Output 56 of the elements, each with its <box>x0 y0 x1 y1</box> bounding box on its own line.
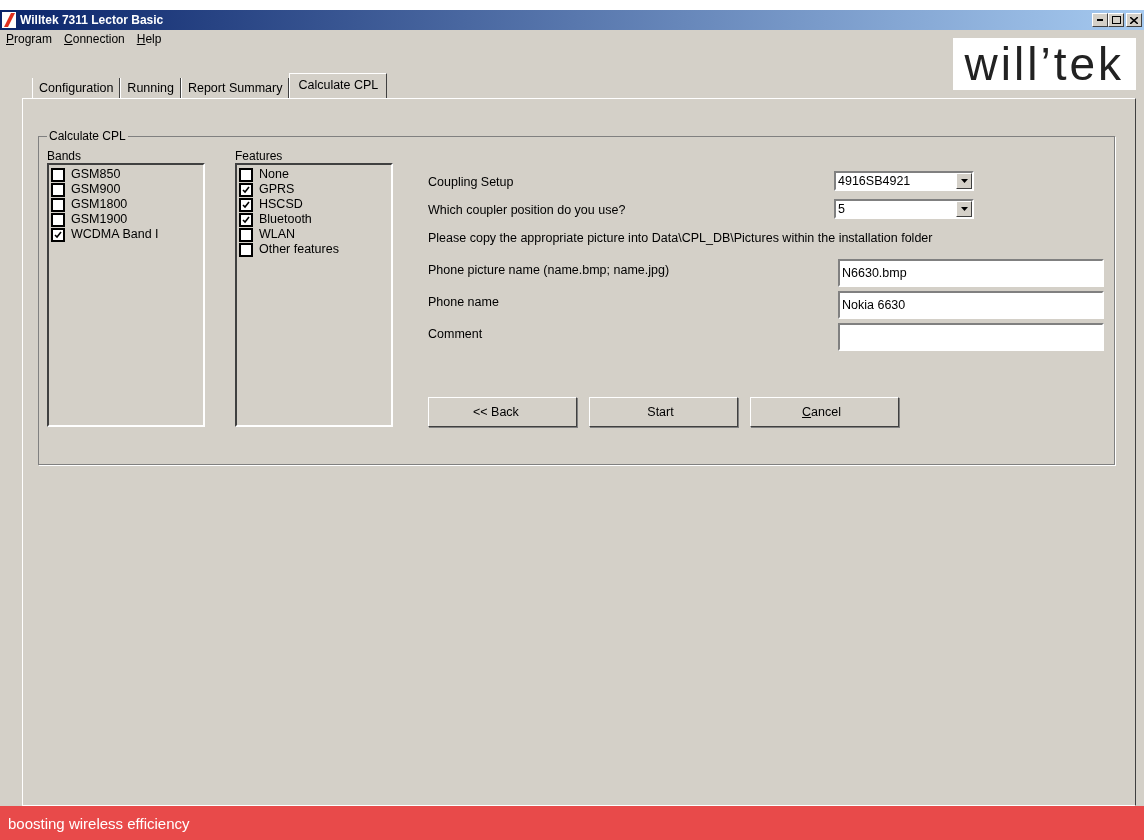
checkbox[interactable] <box>51 182 65 197</box>
tab[interactable]: Configuration <box>32 78 121 98</box>
dialog-button[interactable]: Start <box>589 397 738 427</box>
app-logo-icon <box>2 12 16 28</box>
maximize-button[interactable] <box>1108 13 1124 27</box>
menu-item[interactable]: Help <box>136 32 162 46</box>
close-icon <box>1130 16 1138 24</box>
checkbox-label: GSM1900 <box>71 212 128 227</box>
checkbox[interactable] <box>239 182 253 197</box>
checkbox-label: HSCSD <box>259 197 303 212</box>
tab[interactable]: Report Summary <box>180 78 290 98</box>
maximize-icon <box>1111 16 1121 24</box>
checkbox-label: Bluetooth <box>259 212 312 227</box>
instruction-text: Please copy the appropriate picture into Data\CPL_DB\Pictures within the installation folder <box>428 231 933 245</box>
field-label: Which coupler position do you use? <box>428 203 626 217</box>
menu-item[interactable]: Program <box>6 32 53 46</box>
brand-logo: will’tek <box>952 38 1136 90</box>
checkbox[interactable] <box>51 167 65 182</box>
group-title: Calculate CPL <box>48 129 127 143</box>
tab[interactable]: Running <box>120 78 181 98</box>
text-field[interactable] <box>838 323 1104 351</box>
slogan-banner: boosting wireless efficiency <box>0 806 1144 840</box>
field-label: Phone picture name (name.bmp; name.jpg) <box>428 263 670 277</box>
dropdown[interactable]: 4916SB4921 <box>834 171 974 191</box>
dialog-button[interactable]: Cancel <box>750 397 899 427</box>
tab[interactable]: Calculate CPL <box>289 73 388 98</box>
field-label: Coupling Setup <box>428 175 514 189</box>
checkbox-label: GPRS <box>259 182 295 197</box>
dialog-button[interactable]: << Back <box>428 397 577 427</box>
menu-item[interactable]: Connection <box>64 32 125 46</box>
text-field[interactable]: Nokia 6630 <box>838 291 1104 319</box>
field-label: Phone name <box>428 295 499 309</box>
checkbox[interactable] <box>239 197 253 212</box>
checkbox[interactable] <box>51 197 65 212</box>
checkbox-label: Other features <box>259 242 339 257</box>
minimize-icon <box>1097 19 1103 21</box>
window-title: Willtek 7311 Lector Basic <box>20 13 165 27</box>
dropdown[interactable]: 5 <box>834 199 974 219</box>
checkbox[interactable] <box>239 167 253 182</box>
checkbox-label: WLAN <box>259 227 296 242</box>
list-title: Bands <box>47 149 83 163</box>
minimize-button[interactable] <box>1092 13 1108 27</box>
checkbox-label: GSM900 <box>71 182 121 197</box>
checkbox[interactable] <box>239 227 253 242</box>
checkbox[interactable] <box>239 242 253 257</box>
field-label: Comment <box>428 327 483 341</box>
checkbox-label: None <box>259 167 289 182</box>
text-field[interactable]: N6630.bmp <box>838 259 1104 287</box>
checkbox[interactable] <box>51 212 65 227</box>
close-button[interactable] <box>1126 13 1142 27</box>
list-title: Features <box>235 149 284 163</box>
checkbox-label: GSM850 <box>71 167 121 182</box>
checkbox[interactable] <box>51 227 65 242</box>
checkbox-label: GSM1800 <box>71 197 128 212</box>
checkbox-label: WCDMA Band I <box>71 227 159 242</box>
checkbox[interactable] <box>239 212 253 227</box>
